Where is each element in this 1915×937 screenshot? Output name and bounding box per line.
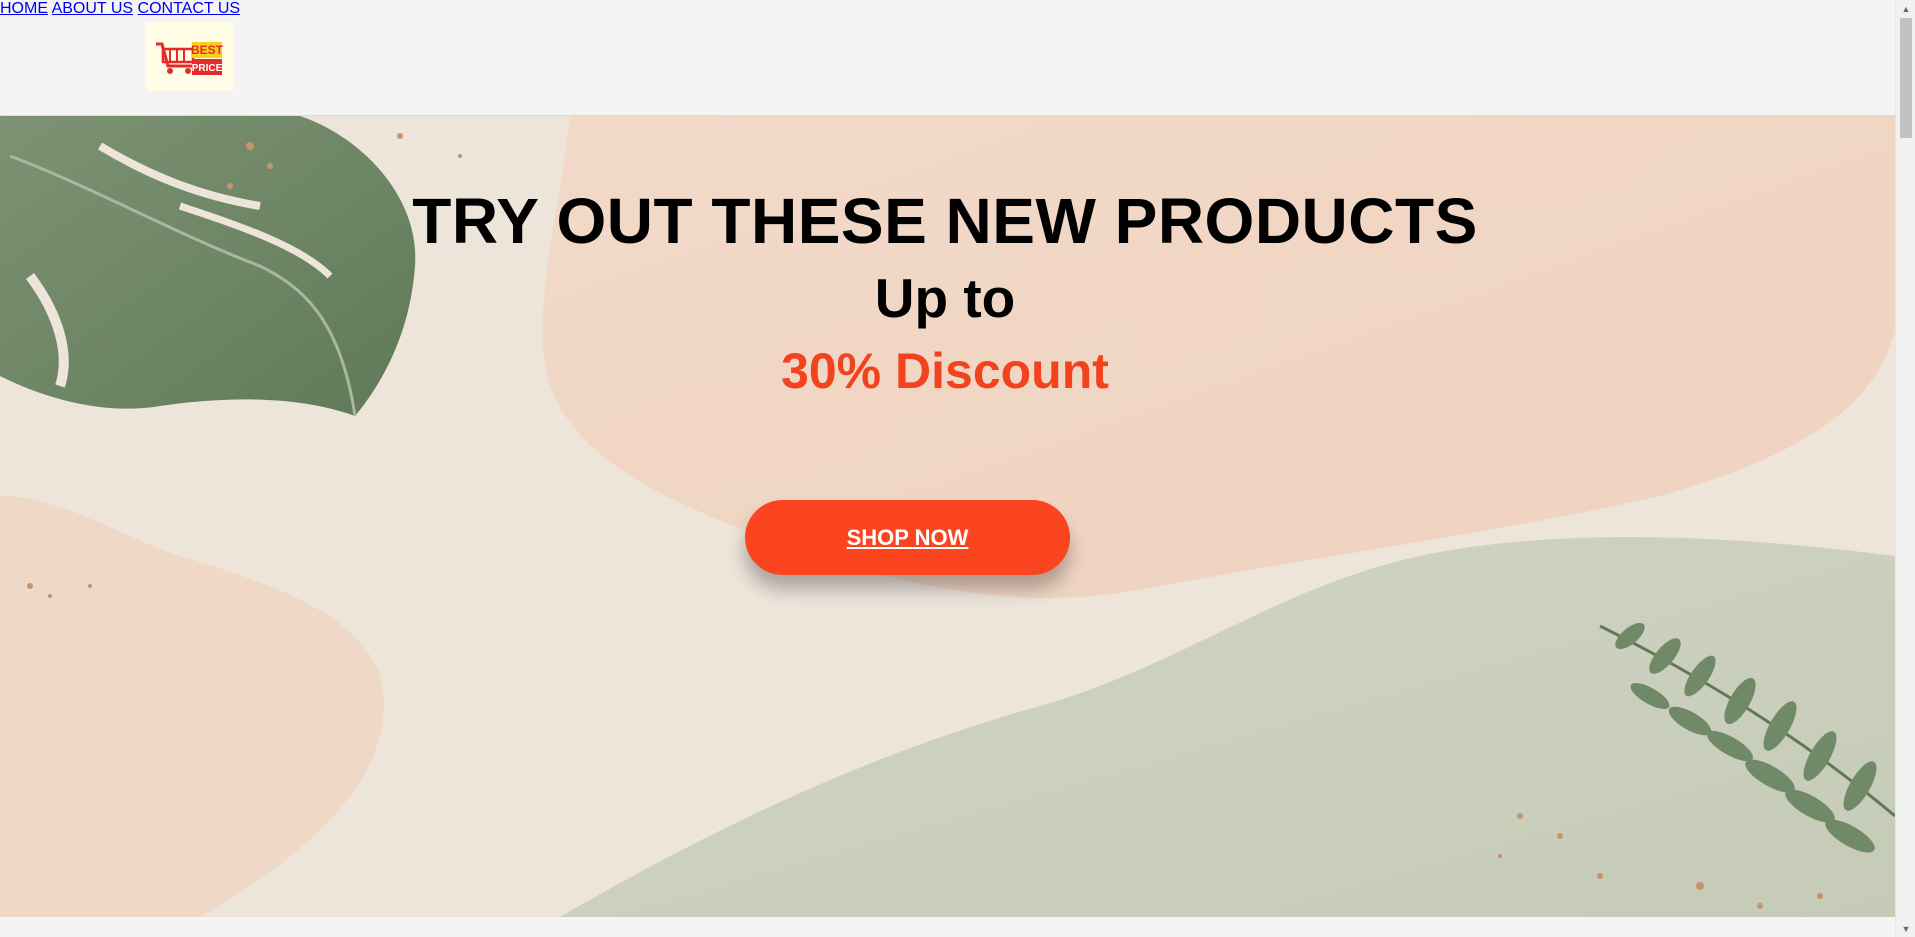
vertical-scrollbar[interactable]: ▲ ▼ bbox=[1895, 0, 1915, 937]
main-nav: HOME ABOUT US CONTACT US bbox=[0, 0, 1895, 18]
hero-discount: 30% Discount bbox=[781, 343, 1109, 399]
logo-text-price: PRICE bbox=[192, 63, 223, 74]
hero-subheadline: Up to bbox=[874, 267, 1016, 329]
scroll-up-arrow-icon[interactable]: ▲ bbox=[1896, 0, 1915, 17]
page-bottom-strip bbox=[0, 917, 1895, 937]
scroll-down-arrow-icon[interactable]: ▼ bbox=[1896, 920, 1915, 937]
hero-banner: TRY OUT THESE NEW PRODUCTS Up to 30% Dis… bbox=[0, 116, 1895, 917]
nav-contact-us[interactable]: CONTACT US bbox=[138, 0, 241, 17]
shop-now-button[interactable]: SHOP NOW bbox=[745, 500, 1070, 575]
nav-about-us[interactable]: ABOUT US bbox=[52, 0, 134, 17]
logo-text-best: BEST bbox=[191, 43, 224, 57]
page: BEST PRICE HOME ABOUT US CONTACT US TRY … bbox=[0, 0, 1915, 937]
shopping-cart-icon: BEST PRICE bbox=[156, 42, 224, 75]
site-header: BEST PRICE HOME ABOUT US CONTACT US bbox=[0, 0, 1895, 116]
scrollbar-thumb[interactable] bbox=[1900, 18, 1912, 138]
hero-headline: TRY OUT THESE NEW PRODUCTS bbox=[412, 185, 1478, 257]
shop-now-label: SHOP NOW bbox=[846, 524, 969, 550]
nav-home[interactable]: HOME bbox=[0, 0, 48, 17]
brand-logo[interactable]: BEST PRICE bbox=[146, 22, 234, 91]
